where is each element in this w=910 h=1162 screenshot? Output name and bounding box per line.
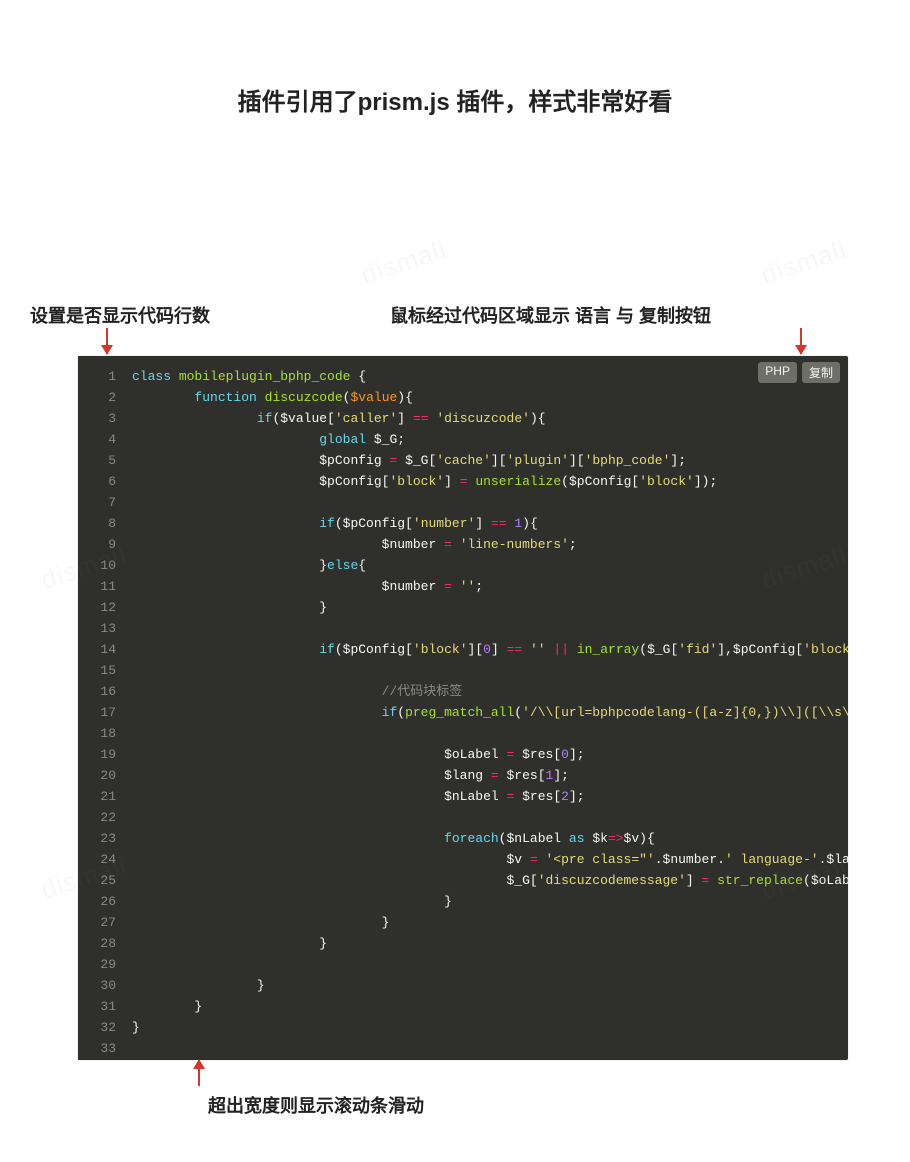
page-title: 插件引用了prism.js 插件，样式非常好看 [0,82,910,117]
watermark: dismall [357,234,450,291]
code-badges: PHP 复制 [758,362,840,383]
code-scroll-area[interactable]: class mobileplugin_bphp_code { function … [124,356,848,1060]
label-hover-badges: 鼠标经过代码区域显示 语言 与 复制按钮 [390,302,711,328]
code-block: PHP 复制 123456789101112131415161718192021… [78,356,848,1060]
line-number-gutter: 1234567891011121314151617181920212223242… [78,356,124,1060]
watermark: dismall [757,234,850,291]
arrow-down-icon [106,328,108,354]
copy-button[interactable]: 复制 [802,362,840,383]
arrow-up-icon [198,1060,200,1086]
arrow-down-icon [800,328,802,354]
label-line-numbers: 设置是否显示代码行数 [30,302,210,328]
label-scrollbar: 超出宽度则显示滚动条滑动 [208,1092,424,1118]
code-content: class mobileplugin_bphp_code { function … [124,356,848,1060]
language-badge: PHP [758,362,797,383]
